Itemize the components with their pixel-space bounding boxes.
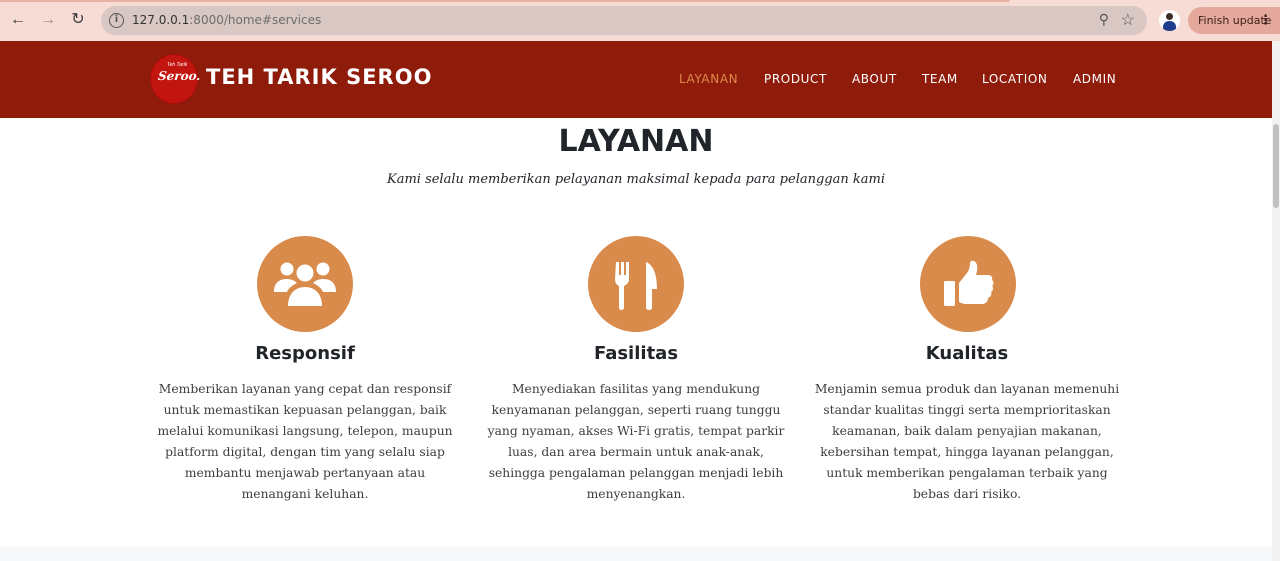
finish-update-button[interactable]: Finish update ⋮ [1188,7,1280,34]
url-host: 127.0.0.1 [132,13,190,27]
bookmark-star-icon[interactable]: ☆ [1121,10,1135,30]
nav-link-product[interactable]: PRODUCT [764,72,827,86]
address-bar[interactable]: i 127.0.0.1:8000/home#services ⚲ ☆ [101,6,1147,35]
utensils-icon [588,236,684,332]
service-description: Menyediakan fasilitas yang mendukung ken… [487,382,785,501]
users-icon [257,236,353,332]
site-navbar: Teh Tarik Seroo. TEH TARIK SEROO LAYANAN… [0,41,1272,118]
service-title: Fasilitas [593,343,679,364]
brand-name[interactable]: TEH TARIK SEROO [206,65,432,89]
url-path: :8000/home#services [189,13,322,27]
service-description: Memberikan layanan yang cepat dan respon… [157,382,453,501]
reload-icon[interactable]: ↻ [68,10,88,30]
nav-link-location[interactable]: LOCATION [982,72,1047,86]
site-info-icon[interactable]: i [109,13,124,28]
section-title: LAYANAN [558,124,714,159]
arrow-left-icon[interactable]: ← [8,10,28,30]
tab-strip-edge [0,0,1010,2]
avatar-body [1163,21,1176,31]
url-text[interactable]: 127.0.0.1:8000/home#services [132,13,321,27]
more-menu-icon[interactable]: ⋮ [1259,7,1272,34]
page-scrollbar-thumb[interactable] [1273,124,1279,208]
nav-link-team[interactable]: TEAM [922,72,958,86]
arrow-right-icon[interactable]: → [38,10,58,30]
profile-avatar[interactable] [1159,10,1180,31]
page-scrollbar-track[interactable] [1272,41,1280,561]
logo-small-text: Teh Tarik [167,62,188,68]
nav-link-layanan[interactable]: LAYANAN [679,72,738,86]
browser-toolbar: ← → ↻ i 127.0.0.1:8000/home#services ⚲ ☆… [0,0,1280,41]
service-title: Responsif [255,343,355,364]
nav-link-about[interactable]: ABOUT [852,72,897,86]
brand-logo[interactable]: Teh Tarik Seroo. [150,54,202,104]
thumbs-up-icon [920,236,1016,332]
nav-link-admin[interactable]: ADMIN [1073,72,1116,86]
next-section-edge [0,546,1272,561]
logo-text: Seroo. [157,69,202,83]
section-subtitle: Kami selalu memberikan pelayanan maksima… [386,172,885,187]
service-title: Kualitas [925,343,1009,364]
zoom-icon[interactable]: ⚲ [1099,11,1109,28]
avatar-head [1166,13,1173,20]
service-description: Menjamin semua produk dan layanan memenu… [814,382,1120,501]
